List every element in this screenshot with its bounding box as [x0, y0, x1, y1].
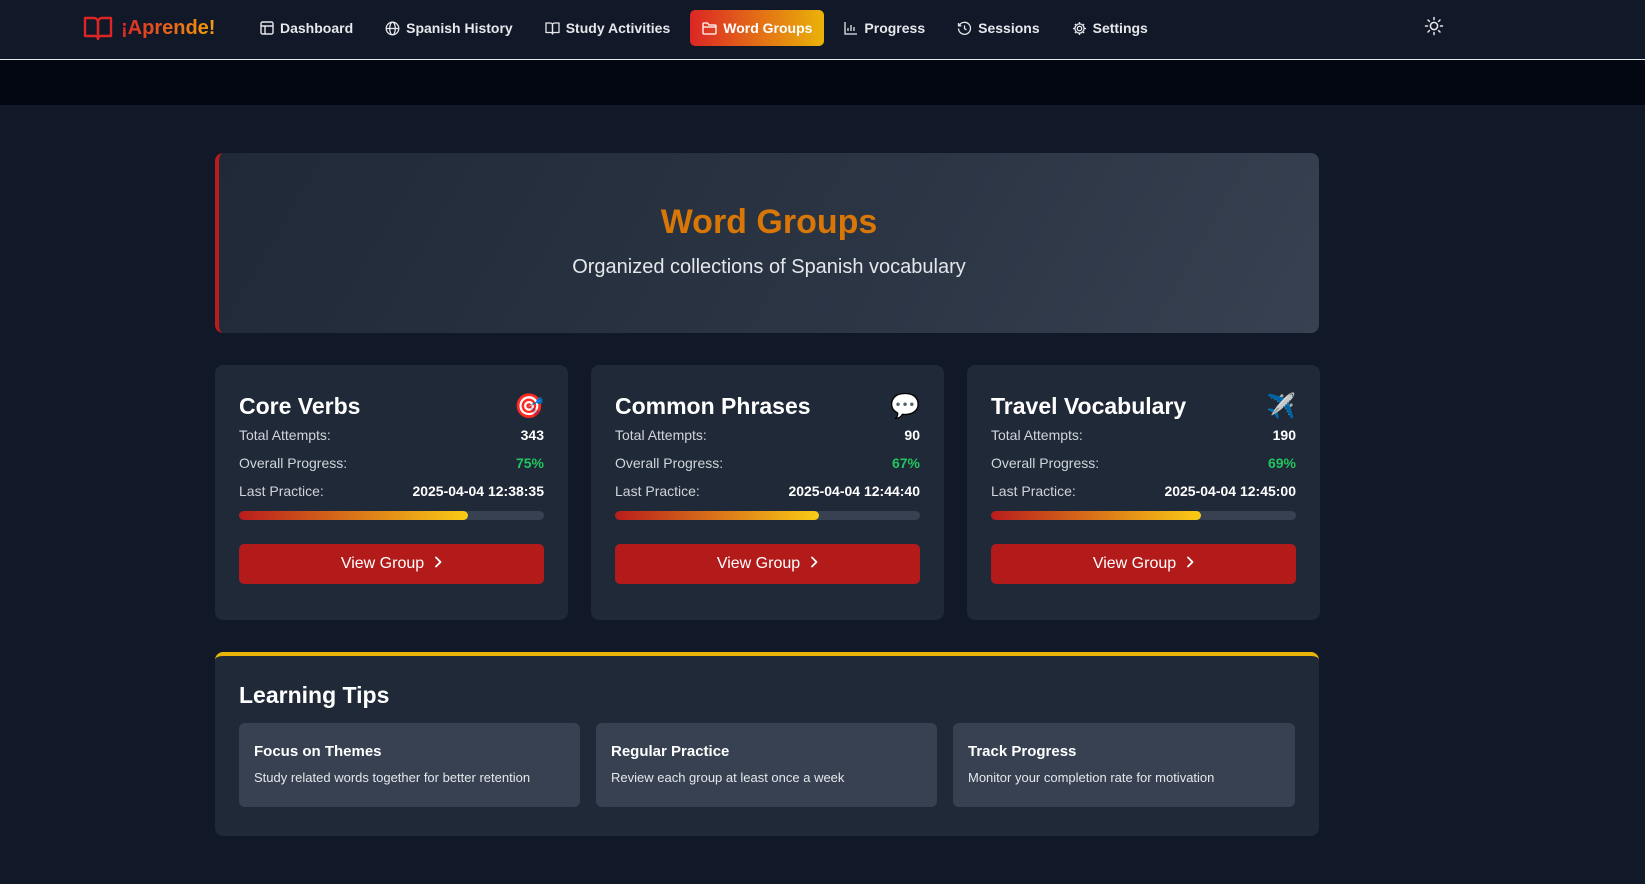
folder-icon	[702, 21, 717, 35]
tip-text: Monitor your completion rate for motivat…	[968, 770, 1215, 785]
layout-icon	[260, 21, 274, 35]
page-subtitle: Organized collections of Spanish vocabul…	[572, 256, 966, 278]
group-title: Common Phrases	[615, 392, 811, 419]
airplane-icon: ✈️	[1266, 392, 1296, 420]
tip-title: Track Progress	[968, 743, 1077, 760]
theme-toggle-button[interactable]	[1420, 14, 1448, 42]
progress-bar-fill	[615, 511, 820, 520]
stat-total-attempts: Total Attempts: 343	[239, 427, 544, 443]
view-group-button[interactable]: View Group	[991, 544, 1296, 584]
book-open-icon	[545, 21, 560, 35]
attempts-value: 190	[1272, 427, 1296, 443]
nav-item-label: Progress	[864, 20, 926, 36]
gear-icon	[1072, 21, 1087, 36]
book-icon	[83, 15, 113, 41]
progress-bar-fill	[239, 511, 468, 520]
top-navbar: ¡Aprende! Dashboard Spanish History Stud…	[0, 0, 1645, 60]
progress-bar-fill	[991, 511, 1202, 520]
tip-card: Track Progress Monitor your completion r…	[953, 723, 1295, 807]
progress-bar	[239, 511, 544, 520]
attempts-value: 343	[520, 427, 544, 443]
stat-total-attempts: Total Attempts: 190	[991, 427, 1296, 443]
chevron-right-icon	[1186, 555, 1194, 573]
nav-item-spanish-history[interactable]: Spanish History	[373, 10, 525, 46]
group-title: Core Verbs	[239, 392, 361, 419]
chevron-right-icon	[810, 555, 818, 573]
tip-title: Focus on Themes	[254, 743, 382, 760]
tip-text: Study related words together for better …	[254, 770, 531, 785]
nav-item-settings[interactable]: Settings	[1060, 10, 1160, 46]
nav-item-study-activities[interactable]: Study Activities	[533, 10, 683, 46]
stat-last-practice: Last Practice: 2025-04-04 12:45:00	[991, 483, 1296, 499]
progress-value: 67%	[891, 455, 920, 471]
header-band	[0, 60, 1645, 105]
stat-overall-progress: Overall Progress: 69%	[991, 455, 1296, 471]
stat-last-practice: Last Practice: 2025-04-04 12:44:40	[615, 483, 920, 499]
view-group-button[interactable]: View Group	[239, 544, 544, 584]
progress-value: 69%	[1267, 455, 1296, 471]
stat-overall-progress: Overall Progress: 67%	[615, 455, 920, 471]
progress-value: 75%	[515, 455, 544, 471]
brand-logo[interactable]: ¡Aprende!	[83, 13, 215, 43]
last-practice-value: 2025-04-04 12:38:35	[412, 483, 544, 499]
tip-card: Regular Practice Review each group at le…	[596, 723, 937, 807]
nav-item-label: Dashboard	[280, 20, 354, 36]
nav-item-label: Word Groups	[723, 20, 813, 36]
tip-card: Focus on Themes Study related words toge…	[239, 723, 580, 807]
nav-item-label: Study Activities	[565, 20, 671, 36]
chevron-right-icon	[434, 555, 442, 573]
globe-icon	[385, 21, 400, 36]
stat-overall-progress: Overall Progress: 75%	[239, 455, 544, 471]
progress-bar	[615, 511, 920, 520]
progress-bar	[991, 511, 1296, 520]
learning-tips-title: Learning Tips	[239, 682, 390, 708]
stat-last-practice: Last Practice: 2025-04-04 12:38:35	[239, 483, 544, 499]
last-practice-value: 2025-04-04 12:44:40	[788, 483, 920, 499]
group-card-core-verbs: Core Verbs 🎯 Total Attempts: 343 Overall…	[215, 365, 568, 620]
nav-item-word-groups[interactable]: Word Groups	[690, 10, 825, 46]
tip-text: Review each group at least once a week	[611, 770, 845, 785]
bar-chart-icon	[844, 21, 858, 35]
brand-name: ¡Aprende!	[121, 16, 216, 39]
nav-item-label: Sessions	[978, 20, 1040, 36]
tip-title: Regular Practice	[611, 743, 730, 760]
group-title: Travel Vocabulary	[991, 392, 1187, 419]
speech-bubble-icon: 💬	[890, 392, 920, 420]
learning-tips-panel: Learning Tips Focus on Themes Study rela…	[215, 652, 1319, 836]
sun-icon	[1424, 16, 1444, 41]
nav-item-dashboard[interactable]: Dashboard	[248, 10, 365, 46]
group-card-common-phrases: Common Phrases 💬 Total Attempts: 90 Over…	[591, 365, 944, 620]
view-group-button[interactable]: View Group	[615, 544, 920, 584]
nav-item-label: Spanish History	[406, 20, 513, 36]
nav-item-progress[interactable]: Progress	[832, 10, 937, 46]
nav-item-sessions[interactable]: Sessions	[945, 10, 1051, 46]
attempts-value: 90	[904, 427, 920, 443]
page-title: Word Groups	[660, 203, 878, 241]
stat-total-attempts: Total Attempts: 90	[615, 427, 920, 443]
group-card-travel-vocabulary: Travel Vocabulary ✈️ Total Attempts: 190…	[967, 365, 1320, 620]
nav-item-label: Settings	[1092, 20, 1148, 36]
nav-menu: Dashboard Spanish History Study Activiti…	[248, 10, 1160, 46]
page-header: Word Groups Organized collections of Spa…	[215, 153, 1319, 333]
last-practice-value: 2025-04-04 12:45:00	[1164, 483, 1296, 499]
history-icon	[957, 21, 972, 36]
target-icon: 🎯	[514, 392, 544, 420]
